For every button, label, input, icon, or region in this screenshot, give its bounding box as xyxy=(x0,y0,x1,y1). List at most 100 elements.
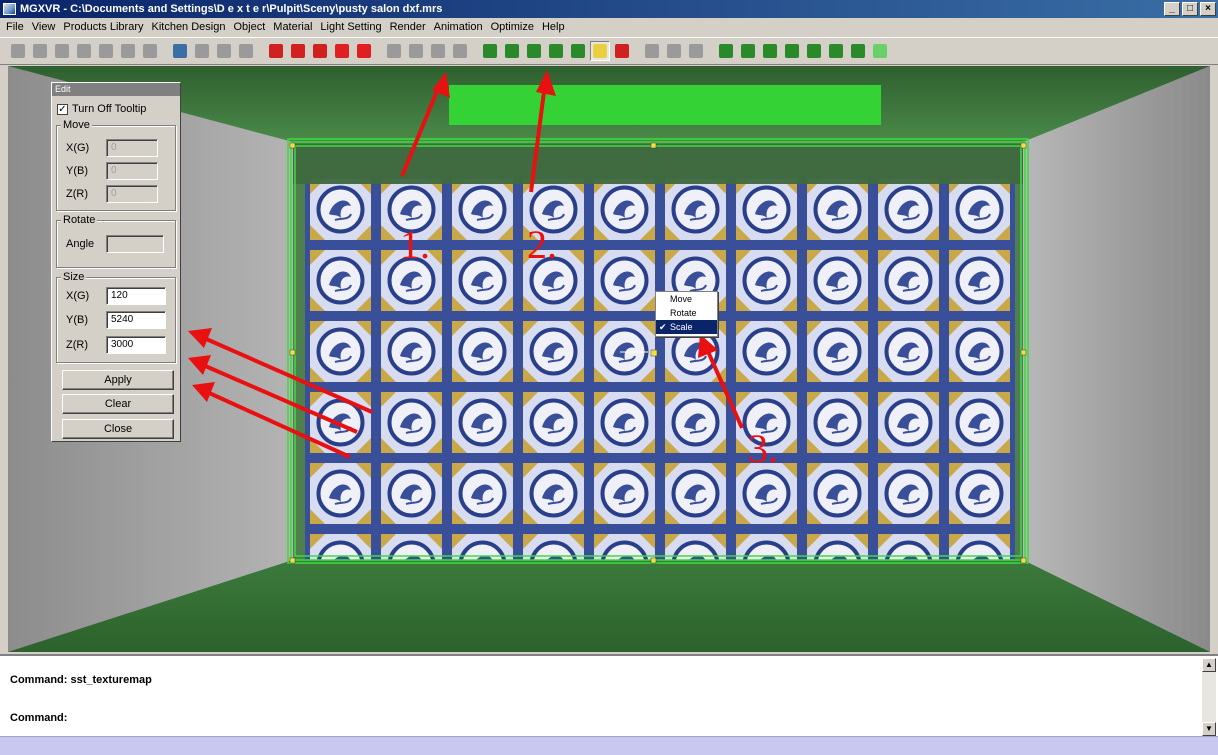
scroll-up-icon[interactable]: ▲ xyxy=(1202,658,1216,672)
gem-icon xyxy=(505,44,519,58)
annotation-1: 1. xyxy=(400,222,430,267)
zoom-icon xyxy=(829,44,843,58)
move-x-field[interactable]: 0 xyxy=(106,139,158,157)
cone-tool-button[interactable] xyxy=(546,41,566,61)
app-window: MGXVR - C:\Documents and Settings\D e x … xyxy=(0,0,1218,755)
lock-icon xyxy=(453,44,467,58)
size-y-field[interactable]: 5240 xyxy=(106,311,166,329)
command-prompt[interactable]: Command: xyxy=(10,712,67,724)
scene-canvas[interactable]: 1. 2. 3. xyxy=(8,66,1210,652)
toolbar xyxy=(0,37,1218,65)
gem-tool-button[interactable] xyxy=(502,41,522,61)
clear-button[interactable]: Clear xyxy=(62,394,174,414)
title-bar: MGXVR - C:\Documents and Settings\D e x … xyxy=(0,0,1218,18)
tooltip-toggle[interactable]: ✓ Turn Off Tooltip xyxy=(57,103,146,115)
close-window-button[interactable]: × xyxy=(1200,2,1216,16)
refresh-icon xyxy=(873,44,887,58)
wall-tool-button[interactable] xyxy=(524,41,544,61)
record-tool-button[interactable] xyxy=(686,41,706,61)
apply-button[interactable]: Apply xyxy=(62,370,174,390)
render-tool-button[interactable] xyxy=(170,41,190,61)
size-y-label: Y(B) xyxy=(66,314,88,326)
sphere-tool-button[interactable] xyxy=(804,41,824,61)
stop-tool-button[interactable] xyxy=(664,41,684,61)
box-tool-button[interactable] xyxy=(52,41,72,61)
refresh-tool-button[interactable] xyxy=(870,41,890,61)
context-menu-scale[interactable]: ✔ Scale xyxy=(656,320,717,334)
menu-object[interactable]: Object xyxy=(229,19,269,35)
window-tool-button[interactable] xyxy=(214,41,234,61)
mirror-tool-button[interactable] xyxy=(266,41,286,61)
circle-tool-button[interactable] xyxy=(140,41,160,61)
rotate-icon xyxy=(313,44,327,58)
move-y-field[interactable]: 0 xyxy=(106,162,158,180)
triangle-box-tool-button[interactable] xyxy=(118,41,138,61)
pyramid-tool-button[interactable] xyxy=(568,41,588,61)
scroll-down-icon[interactable]: ▼ xyxy=(1202,722,1216,736)
menu-light-setting[interactable]: Light Setting xyxy=(316,19,385,35)
cube-top-tool-button[interactable] xyxy=(760,41,780,61)
annotation-3: 3. xyxy=(748,426,778,471)
command-history-line: Command: sst_texturemap xyxy=(10,674,152,686)
tooltip-checkbox[interactable]: ✓ xyxy=(57,103,68,115)
slash-tool-button[interactable] xyxy=(74,41,94,61)
move-tool-button[interactable] xyxy=(332,41,352,61)
size-z-field[interactable]: 3000 xyxy=(106,336,166,354)
sphere-icon xyxy=(807,44,821,58)
menu-optimize[interactable]: Optimize xyxy=(487,19,538,35)
triangle-icon xyxy=(99,44,113,58)
grid-tool-button[interactable] xyxy=(384,41,404,61)
move-x-label: X(G) xyxy=(66,142,90,154)
menu-render[interactable]: Render xyxy=(386,19,430,35)
tooltip-label: Turn Off Tooltip xyxy=(72,103,147,115)
lock-tool-button[interactable] xyxy=(450,41,470,61)
target-tool-button[interactable] xyxy=(354,41,374,61)
3d-viewport[interactable]: 1. 2. 3. xyxy=(8,66,1210,652)
move-x-row: X(G) 0 xyxy=(60,139,158,157)
page-tool-button[interactable] xyxy=(192,41,212,61)
edit-panel-title: Edit xyxy=(52,83,180,96)
menu-help[interactable]: Help xyxy=(538,19,569,35)
cube-side-tool-button[interactable] xyxy=(738,41,758,61)
circle-icon xyxy=(143,44,157,58)
menu-animation[interactable]: Animation xyxy=(430,19,487,35)
rotate-tool-button[interactable] xyxy=(310,41,330,61)
command-scrollbar[interactable]: ▲ ▼ xyxy=(1202,658,1216,736)
mirror-icon xyxy=(269,44,283,58)
copy-tool-button[interactable] xyxy=(236,41,256,61)
context-menu-move[interactable]: Move xyxy=(656,292,717,306)
arrow-right-tool-button[interactable] xyxy=(8,41,28,61)
restore-button[interactable]: □ xyxy=(1182,2,1198,16)
camera-icon xyxy=(431,44,445,58)
command-window[interactable]: Command: sst_texturemap Command: ▲ ▼ xyxy=(0,654,1218,736)
menu-view[interactable]: View xyxy=(28,19,60,35)
wall-icon xyxy=(527,44,541,58)
menu-file[interactable]: File xyxy=(2,19,28,35)
camera-tool-button[interactable] xyxy=(428,41,448,61)
double-arrow-tool-button[interactable] xyxy=(30,41,50,61)
zoom-tool-button[interactable] xyxy=(826,41,846,61)
triangle-tool-button[interactable] xyxy=(96,41,116,61)
texture-map-tool-button[interactable] xyxy=(590,41,610,61)
light-tool-button[interactable] xyxy=(406,41,426,61)
move-z-field[interactable]: 0 xyxy=(106,185,158,203)
cube-iso-tool-button[interactable] xyxy=(782,41,802,61)
select-arrow-tool-button[interactable] xyxy=(480,41,500,61)
size-x-field[interactable]: 120 xyxy=(106,287,166,305)
pointer-tool-button[interactable] xyxy=(612,41,632,61)
menu-kitchen-design[interactable]: Kitchen Design xyxy=(147,19,229,35)
menu-products-library[interactable]: Products Library xyxy=(59,19,147,35)
status-bar xyxy=(0,736,1218,755)
grid-icon xyxy=(387,44,401,58)
menu-material[interactable]: Material xyxy=(269,19,316,35)
minimize-button[interactable]: _ xyxy=(1164,2,1180,16)
context-menu-rotate[interactable]: Rotate xyxy=(656,306,717,320)
save-tool-button[interactable] xyxy=(848,41,868,61)
close-button[interactable]: Close xyxy=(62,419,174,439)
size-group-label: Size xyxy=(61,271,87,283)
mirror2-tool-button[interactable] xyxy=(288,41,308,61)
rotate-angle-field[interactable] xyxy=(106,235,164,253)
play-tool-button[interactable] xyxy=(642,41,662,61)
cube-front-tool-button[interactable] xyxy=(716,41,736,61)
rotate-angle-label: Angle xyxy=(66,238,95,250)
